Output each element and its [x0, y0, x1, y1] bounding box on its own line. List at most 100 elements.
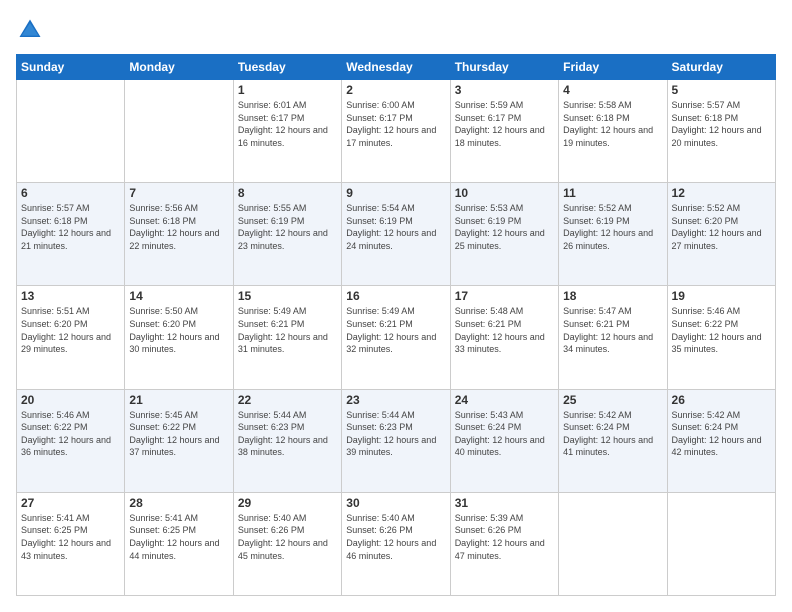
day-info: Sunrise: 5:56 AM Sunset: 6:18 PM Dayligh… [129, 202, 228, 252]
calendar-cell: 23Sunrise: 5:44 AM Sunset: 6:23 PM Dayli… [342, 389, 450, 492]
calendar-cell: 8 Sunrise: 5:55 AM Sunset: 6:19 PM Daylig… [233, 183, 341, 286]
day-number: 17 [455, 289, 554, 303]
day-number: 20 [21, 393, 120, 407]
calendar-cell [17, 80, 125, 183]
day-number: 4 [563, 83, 662, 97]
day-number: 31 [455, 496, 554, 510]
day-info: Sunrise: 5:41 AM Sunset: 6:25 PM Dayligh… [129, 512, 228, 562]
day-info: Sunrise: 5:42 AM Sunset: 6:24 PM Dayligh… [672, 409, 771, 459]
day-number: 14 [129, 289, 228, 303]
calendar-cell: 30 Sunrise: 5:40 AM Sunset: 6:26 PM Dayli… [342, 492, 450, 595]
day-info: Sunrise: 5:40 AM Sunset: 6:26 PM Dayligh… [238, 512, 337, 562]
day-info: Sunrise: 5:52 AM Sunset: 6:20 PM Dayligh… [672, 202, 771, 252]
day-info: Sunrise: 6:00 AM Sunset: 6:17 PM Dayligh… [346, 99, 445, 149]
day-number: 13 [21, 289, 120, 303]
calendar-cell [667, 492, 775, 595]
calendar-cell: 3 Sunrise: 5:59 AM Sunset: 6:17 PM Daylig… [450, 80, 558, 183]
day-header: Friday [559, 55, 667, 80]
day-number: 18 [563, 289, 662, 303]
day-info: Sunrise: 5:50 AM Sunset: 6:20 PM Dayligh… [129, 305, 228, 355]
calendar: SundayMondayTuesdayWednesdayThursdayFrid… [16, 54, 776, 596]
day-number: 5 [672, 83, 771, 97]
calendar-cell: 14 Sunrise: 5:50 AM Sunset: 6:20 PM Dayli… [125, 286, 233, 389]
day-header: Tuesday [233, 55, 341, 80]
day-number: 10 [455, 186, 554, 200]
calendar-cell [559, 492, 667, 595]
calendar-cell: 10 Sunrise: 5:53 AM Sunset: 6:19 PM Dayli… [450, 183, 558, 286]
day-number: 16 [346, 289, 445, 303]
day-number: 1 [238, 83, 337, 97]
day-info: Sunrise: 5:49 AM Sunset: 6:21 PM Dayligh… [346, 305, 445, 355]
day-number: 2 [346, 83, 445, 97]
day-header: Monday [125, 55, 233, 80]
calendar-cell: 27 Sunrise: 5:41 AM Sunset: 6:25 PM Dayli… [17, 492, 125, 595]
day-header: Thursday [450, 55, 558, 80]
day-info: Sunrise: 5:55 AM Sunset: 6:19 PM Dayligh… [238, 202, 337, 252]
day-number: 8 [238, 186, 337, 200]
calendar-cell: 18 Sunrise: 5:47 AM Sunset: 6:21 PM Dayli… [559, 286, 667, 389]
day-number: 11 [563, 186, 662, 200]
day-info: Sunrise: 5:48 AM Sunset: 6:21 PM Dayligh… [455, 305, 554, 355]
day-info: Sunrise: 5:41 AM Sunset: 6:25 PM Dayligh… [21, 512, 120, 562]
logo [16, 16, 48, 44]
day-info: Sunrise: 5:49 AM Sunset: 6:21 PM Dayligh… [238, 305, 337, 355]
calendar-cell: 20Sunrise: 5:46 AM Sunset: 6:22 PM Dayli… [17, 389, 125, 492]
calendar-cell: 28 Sunrise: 5:41 AM Sunset: 6:25 PM Dayli… [125, 492, 233, 595]
calendar-cell: 1 Sunrise: 6:01 AM Sunset: 6:17 PM Daylig… [233, 80, 341, 183]
calendar-cell: 29 Sunrise: 5:40 AM Sunset: 6:26 PM Dayli… [233, 492, 341, 595]
day-info: Sunrise: 5:58 AM Sunset: 6:18 PM Dayligh… [563, 99, 662, 149]
day-info: Sunrise: 5:43 AM Sunset: 6:24 PM Dayligh… [455, 409, 554, 459]
calendar-cell: 21 Sunrise: 5:45 AM Sunset: 6:22 PM Dayli… [125, 389, 233, 492]
day-number: 9 [346, 186, 445, 200]
day-number: 12 [672, 186, 771, 200]
calendar-cell: 5 Sunrise: 5:57 AM Sunset: 6:18 PM Daylig… [667, 80, 775, 183]
calendar-cell: 2 Sunrise: 6:00 AM Sunset: 6:17 PM Daylig… [342, 80, 450, 183]
calendar-cell: 22 Sunrise: 5:44 AM Sunset: 6:23 PM Dayli… [233, 389, 341, 492]
day-header: Saturday [667, 55, 775, 80]
day-info: Sunrise: 5:54 AM Sunset: 6:19 PM Dayligh… [346, 202, 445, 252]
day-info: Sunrise: 5:57 AM Sunset: 6:18 PM Dayligh… [672, 99, 771, 149]
day-number: 29 [238, 496, 337, 510]
day-number: 3 [455, 83, 554, 97]
calendar-cell [125, 80, 233, 183]
day-info: Sunrise: 5:53 AM Sunset: 6:19 PM Dayligh… [455, 202, 554, 252]
calendar-cell: 6 Sunrise: 5:57 AM Sunset: 6:18 PM Daylig… [17, 183, 125, 286]
day-info: Sunrise: 5:52 AM Sunset: 6:19 PM Dayligh… [563, 202, 662, 252]
calendar-cell: 7 Sunrise: 5:56 AM Sunset: 6:18 PM Daylig… [125, 183, 233, 286]
day-info: Sunrise: 6:01 AM Sunset: 6:17 PM Dayligh… [238, 99, 337, 149]
day-info: Sunrise: 5:59 AM Sunset: 6:17 PM Dayligh… [455, 99, 554, 149]
day-number: 30 [346, 496, 445, 510]
day-number: 24 [455, 393, 554, 407]
calendar-cell: 9 Sunrise: 5:54 AM Sunset: 6:19 PM Daylig… [342, 183, 450, 286]
day-number: 26 [672, 393, 771, 407]
day-header: Sunday [17, 55, 125, 80]
page: SundayMondayTuesdayWednesdayThursdayFrid… [0, 0, 792, 612]
calendar-cell: 26 Sunrise: 5:42 AM Sunset: 6:24 PM Dayli… [667, 389, 775, 492]
calendar-cell: 19 Sunrise: 5:46 AM Sunset: 6:22 PM Dayli… [667, 286, 775, 389]
day-info: Sunrise: 5:40 AM Sunset: 6:26 PM Dayligh… [346, 512, 445, 562]
day-number: 22 [238, 393, 337, 407]
day-header: Wednesday [342, 55, 450, 80]
day-info: Sunrise: 5:47 AM Sunset: 6:21 PM Dayligh… [563, 305, 662, 355]
day-number: 21 [129, 393, 228, 407]
day-number: 7 [129, 186, 228, 200]
day-info: Sunrise: 5:46 AM Sunset: 6:22 PM Dayligh… [672, 305, 771, 355]
calendar-cell: 24 Sunrise: 5:43 AM Sunset: 6:24 PM Dayli… [450, 389, 558, 492]
day-info: Sunrise: 5:39 AM Sunset: 6:26 PM Dayligh… [455, 512, 554, 562]
header [16, 16, 776, 44]
day-info: Sunrise: 5:44 AM Sunset: 6:23 PM Dayligh… [238, 409, 337, 459]
day-number: 6 [21, 186, 120, 200]
calendar-cell: 17 Sunrise: 5:48 AM Sunset: 6:21 PM Dayli… [450, 286, 558, 389]
day-number: 27 [21, 496, 120, 510]
day-number: 28 [129, 496, 228, 510]
day-info: Sunrise: 5:57 AM Sunset: 6:18 PM Dayligh… [21, 202, 120, 252]
day-number: 19 [672, 289, 771, 303]
calendar-cell: 4 Sunrise: 5:58 AM Sunset: 6:18 PM Daylig… [559, 80, 667, 183]
calendar-cell: 15Sunrise: 5:49 AM Sunset: 6:21 PM Dayli… [233, 286, 341, 389]
day-info: Sunrise: 5:51 AM Sunset: 6:20 PM Dayligh… [21, 305, 120, 355]
day-number: 25 [563, 393, 662, 407]
day-info: Sunrise: 5:44 AM Sunset: 6:23 PM Dayligh… [346, 409, 445, 459]
calendar-cell: 31 Sunrise: 5:39 AM Sunset: 6:26 PM Dayli… [450, 492, 558, 595]
calendar-cell: 13 Sunrise: 5:51 AM Sunset: 6:20 PM Dayli… [17, 286, 125, 389]
day-info: Sunrise: 5:45 AM Sunset: 6:22 PM Dayligh… [129, 409, 228, 459]
